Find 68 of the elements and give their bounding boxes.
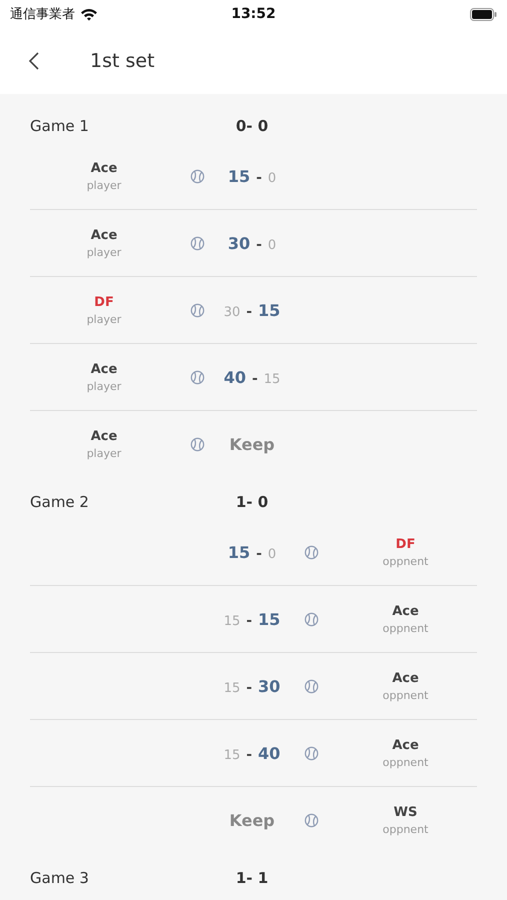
score-separator: - — [256, 546, 262, 562]
shot-label: Ace — [392, 738, 419, 752]
ball-icon — [190, 236, 204, 250]
ball-icon — [190, 436, 204, 452]
score-separator: - — [246, 304, 252, 320]
ball-icon — [304, 678, 318, 694]
point-score: 0 — [268, 170, 276, 186]
point-score: 15 — [228, 166, 250, 186]
shot-label: Ace — [90, 228, 118, 242]
point-score: 30 — [258, 676, 280, 696]
score-separator: - — [252, 370, 258, 386]
keep-label: Keep — [229, 434, 275, 454]
player-label: oppnent — [382, 622, 428, 634]
shot-label: Ace — [392, 670, 419, 686]
ball-icon — [304, 612, 318, 626]
player-label: player — [86, 312, 122, 326]
game-title: Game 2 — [30, 493, 89, 511]
player-label: player — [86, 246, 122, 258]
player-label: player — [86, 446, 122, 460]
player-label: oppnent — [382, 756, 428, 768]
shot-label: Ace — [90, 362, 118, 376]
point-score: 30 — [228, 234, 250, 252]
point-score: 15 — [258, 300, 280, 320]
shot-label: Ace — [392, 604, 419, 618]
score-separator: - — [246, 680, 252, 696]
wifi-icon — [80, 8, 98, 20]
player-label: oppnent — [382, 822, 428, 836]
score-separator: - — [246, 612, 252, 628]
player-label: player — [86, 380, 122, 392]
ball-icon — [304, 812, 318, 828]
ball-icon — [304, 746, 318, 760]
point-score: 15 — [264, 372, 280, 386]
point-score: 15 — [258, 610, 280, 628]
point-score: 0 — [268, 238, 276, 252]
player-label: oppnent — [382, 554, 428, 568]
keep-label: Keep — [229, 810, 275, 830]
point-score: 15 — [224, 614, 240, 628]
game-title: Game 1 — [30, 117, 89, 135]
score-separator: - — [246, 746, 252, 762]
shot-label: Ace — [90, 160, 118, 176]
point-score: 15 — [224, 680, 240, 696]
shot-label: DF — [396, 536, 416, 552]
game-score: 0- 0 — [236, 117, 268, 135]
page-title: 1st set — [90, 50, 155, 72]
battery-icon — [470, 8, 497, 20]
ball-icon — [304, 544, 318, 560]
ball-icon — [190, 370, 204, 384]
score-separator: - — [256, 170, 262, 186]
player-label: oppnent — [382, 688, 428, 702]
point-score: 15 — [224, 748, 240, 762]
ball-icon — [190, 302, 204, 318]
clock-time: 13:52 — [231, 6, 276, 22]
back-icon — [28, 51, 40, 71]
game-title: Game 3 — [30, 869, 89, 887]
player-label: player — [86, 178, 122, 192]
shot-label: WS — [394, 804, 418, 820]
game-score: 1- 1 — [236, 869, 268, 887]
ball-icon — [190, 168, 204, 184]
point-score: 30 — [224, 304, 240, 320]
carrier-name: 通信事業者 — [10, 6, 75, 23]
point-score: 40 — [224, 368, 246, 386]
point-score: 0 — [268, 546, 276, 562]
game-score: 1- 0 — [236, 493, 268, 511]
point-score: 40 — [258, 744, 280, 762]
shot-label: Ace — [90, 428, 118, 444]
score-separator: - — [256, 236, 262, 252]
point-score: 15 — [228, 542, 250, 562]
shot-label: DF — [94, 294, 114, 310]
